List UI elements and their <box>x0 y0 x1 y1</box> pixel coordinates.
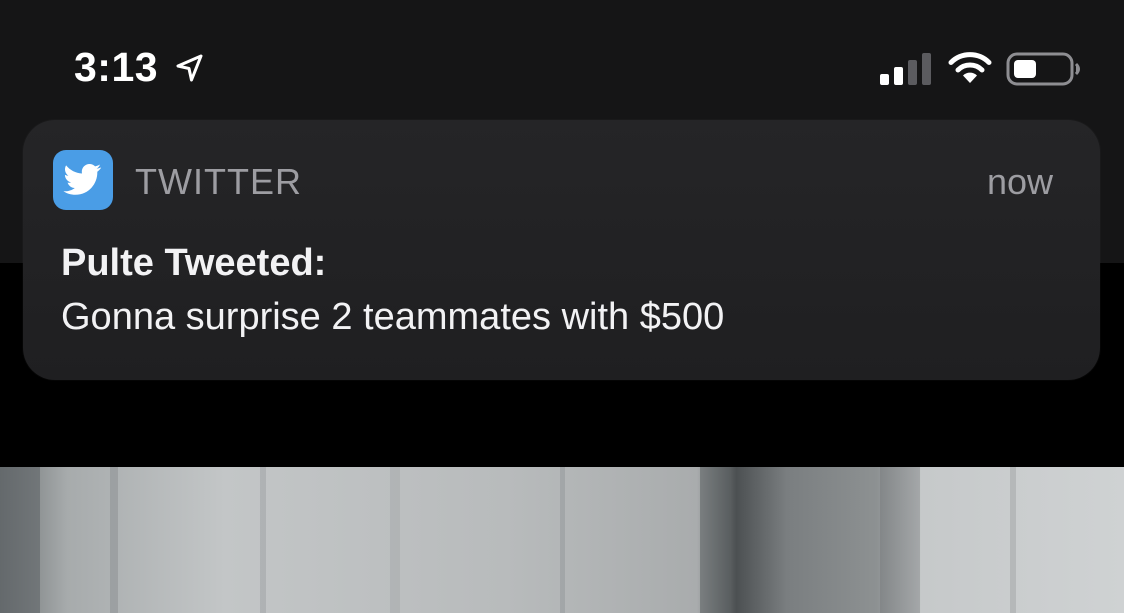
cellular-signal-icon <box>880 53 931 85</box>
battery-icon <box>1006 52 1080 86</box>
location-arrow-icon <box>176 54 203 82</box>
phone-screen: 3:13 TWITTER now Pulte Tweeted: Gonna su… <box>0 0 1124 613</box>
notification-banner[interactable]: TWITTER now Pulte Tweeted: Gonna surpris… <box>23 120 1100 380</box>
photo-image <box>0 467 1124 613</box>
twitter-bird-icon <box>53 150 113 210</box>
notification-title: Pulte Tweeted: <box>61 242 327 284</box>
notification-app-name: TWITTER <box>135 161 302 202</box>
status-bar: 3:13 <box>0 0 1124 110</box>
notification-body: Gonna surprise 2 teammates with $500 <box>61 296 725 338</box>
wifi-icon <box>948 52 992 83</box>
status-time: 3:13 <box>74 44 159 90</box>
notification-timestamp: now <box>986 161 1053 202</box>
photo-preview <box>0 467 1124 613</box>
